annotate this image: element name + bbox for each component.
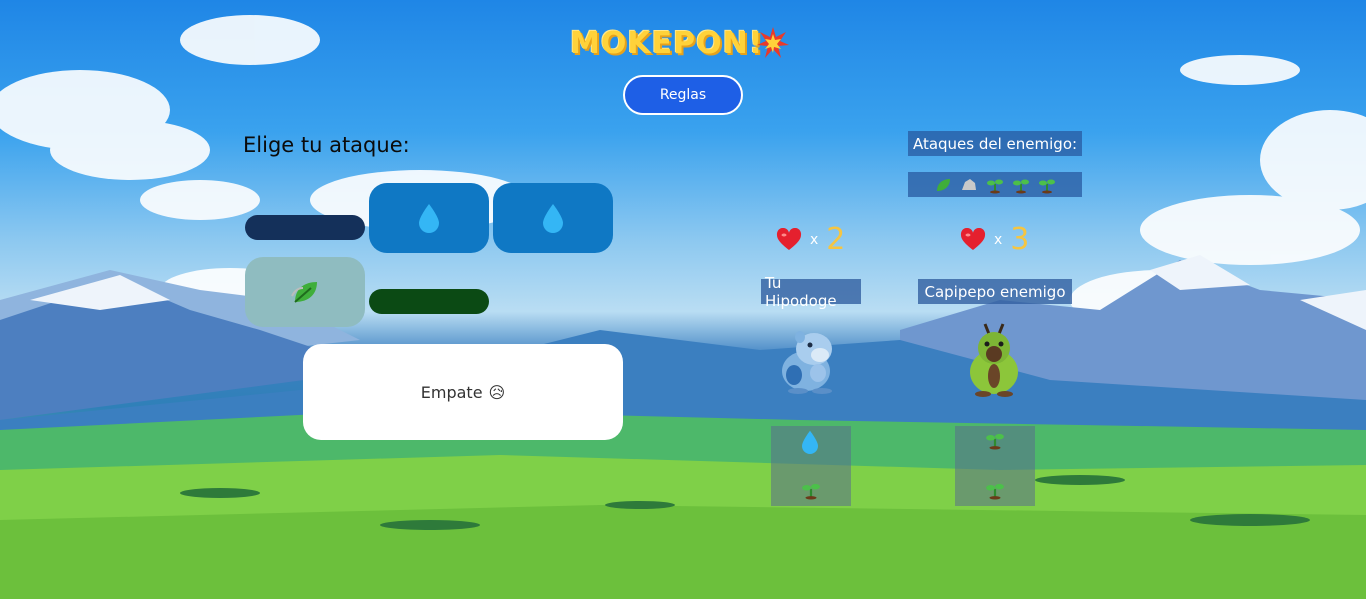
explosion-icon — [757, 27, 789, 58]
used-attack-button — [369, 289, 489, 314]
player-pet-name: Tu Hipodoge — [761, 274, 861, 310]
sprout-icon — [987, 179, 1003, 193]
result-message: Empate 😥 — [303, 344, 623, 440]
sprout-icon — [1039, 179, 1055, 193]
rock-icon — [962, 178, 976, 190]
enemy-attacks-label: Ataques del enemigo: — [908, 131, 1082, 156]
enemy-attack-history — [955, 426, 1035, 506]
sprout-icon — [1013, 179, 1029, 193]
heart-icon — [960, 227, 986, 250]
enemy-lives: x 3 — [960, 222, 1029, 257]
water-attack-button[interactable] — [369, 183, 489, 253]
choose-attack-title: Elige tu ataque: — [243, 133, 410, 157]
water-drop-icon — [543, 204, 563, 233]
times-sign: x — [994, 231, 1003, 248]
player-lives-count: 2 — [826, 222, 846, 257]
hipodoge-image — [782, 331, 832, 394]
leaf-icon — [291, 282, 317, 303]
result-text: Empate — [420, 382, 483, 402]
enemy-attacks-list — [908, 172, 1082, 197]
game-title: MOKEPON! — [570, 26, 764, 61]
heart-icon — [776, 227, 802, 250]
water-attack-button[interactable] — [493, 183, 613, 253]
water-drop-icon — [419, 204, 439, 233]
sprout-icon — [802, 483, 820, 500]
times-sign: x — [810, 231, 819, 248]
leaf-attack-button[interactable] — [245, 257, 365, 327]
enemy-pet-name: Capipepo enemigo — [918, 279, 1072, 304]
player-lives: x 2 — [776, 222, 845, 257]
leaf-icon — [937, 178, 950, 191]
sprout-icon — [986, 483, 1004, 500]
rules-button[interactable]: Reglas — [623, 75, 743, 115]
used-attack-button — [245, 215, 365, 240]
sprout-icon — [986, 433, 1004, 450]
player-attack-history — [771, 426, 851, 506]
enemy-lives-count: 3 — [1010, 222, 1030, 257]
sad-face-icon: 😥 — [488, 382, 506, 402]
water-drop-icon — [802, 430, 818, 454]
capipepo-image — [970, 323, 1018, 397]
